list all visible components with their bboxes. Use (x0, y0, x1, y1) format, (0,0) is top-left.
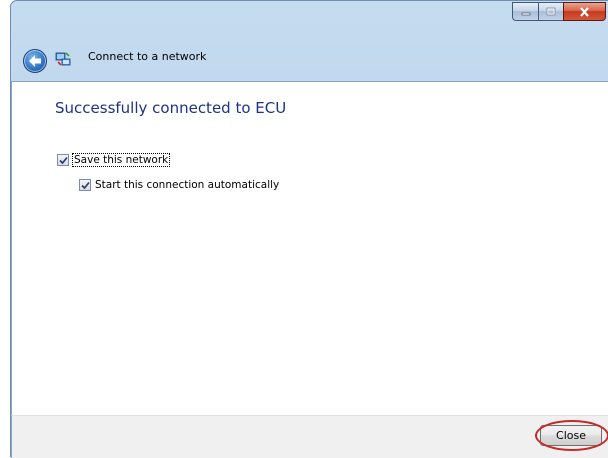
back-arrow-icon (29, 55, 41, 67)
save-network-label[interactable]: Save this network (71, 153, 171, 167)
connect-window: Connect to a network Successfully connec… (10, 0, 608, 458)
checkmark-icon (80, 181, 90, 189)
content-pane: Successfully connected to ECU Save this … (11, 81, 608, 415)
close-icon (580, 6, 589, 17)
minimize-icon (521, 12, 530, 15)
close-window-button[interactable] (563, 2, 606, 21)
save-network-checkbox[interactable] (57, 154, 69, 166)
save-network-option[interactable]: Save this network (57, 153, 171, 167)
caption-buttons (512, 2, 606, 21)
back-button[interactable] (23, 49, 47, 73)
start-automatically-checkbox[interactable] (79, 179, 91, 191)
minimize-button[interactable] (512, 2, 538, 21)
nav-bar: Connect to a network (11, 31, 608, 81)
window-title: Connect to a network (88, 50, 207, 63)
network-icon (55, 51, 71, 67)
maximize-icon (546, 7, 556, 15)
button-bar: Close (11, 415, 608, 458)
status-heading: Successfully connected to ECU (55, 99, 287, 117)
checkmark-icon (58, 156, 68, 164)
title-bar[interactable] (11, 1, 608, 31)
start-automatically-label[interactable]: Start this connection automatically (95, 179, 279, 191)
close-button[interactable]: Close (540, 425, 602, 446)
start-automatically-option[interactable]: Start this connection automatically (79, 179, 279, 191)
maximize-button[interactable] (538, 2, 563, 21)
